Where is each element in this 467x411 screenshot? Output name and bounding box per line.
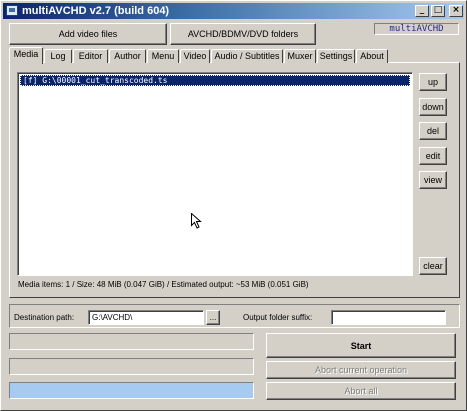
version-label: multiAVCHD: [374, 23, 459, 35]
minimize-button[interactable]: _: [415, 5, 429, 17]
tab-muxer[interactable]: Muxer: [284, 49, 316, 63]
tab-audio-subtitles[interactable]: Audio / Subtitles: [211, 49, 283, 63]
tab-author[interactable]: Author: [109, 49, 146, 63]
add-video-files-button[interactable]: Add video files: [9, 23, 167, 45]
tab-menu[interactable]: Menu: [147, 49, 179, 63]
progress-bar-2: [9, 358, 254, 375]
browse-button[interactable]: ...: [206, 310, 220, 325]
app-window: multiAVCHD v2.7 (build 604) _ □ × Add vi…: [0, 0, 467, 411]
mouse-pointer-icon: [191, 213, 202, 229]
edit-button[interactable]: edit: [419, 147, 447, 165]
window-title: multiAVCHD v2.7 (build 604): [22, 5, 170, 17]
delete-button[interactable]: del: [419, 122, 447, 140]
tab-editor[interactable]: Editor: [73, 49, 108, 63]
tab-settings[interactable]: Settings: [317, 49, 355, 63]
clear-button[interactable]: clear: [419, 257, 447, 275]
view-button[interactable]: view: [419, 171, 447, 189]
media-list-item[interactable]: [f] G:\00001_cut_transcoded.ts: [20, 75, 410, 86]
move-up-button[interactable]: up: [419, 73, 447, 91]
tab-strip: Media Log Editor Author Menu Video Audio…: [9, 47, 389, 64]
media-listbox[interactable]: [f] G:\00001_cut_transcoded.ts: [17, 72, 413, 276]
close-button[interactable]: ×: [449, 5, 463, 17]
app-icon: [6, 5, 18, 16]
abort-all-button[interactable]: Abort all: [266, 382, 456, 400]
abort-current-button[interactable]: Abort current operation: [266, 361, 456, 379]
start-button[interactable]: Start: [266, 333, 456, 358]
avchd-folders-button[interactable]: AVCHD/BDMV/DVD folders: [170, 23, 316, 45]
tab-video[interactable]: Video: [180, 49, 210, 63]
maximize-button[interactable]: □: [431, 5, 445, 17]
progress-bar-3: [9, 382, 254, 399]
progress-bar-1: [9, 333, 254, 350]
destination-path-input[interactable]: G:\AVCHD\: [88, 310, 204, 325]
tab-log[interactable]: Log: [44, 49, 72, 63]
media-status-text: Media items: 1 / Size: 48 MiB (0.047 GiB…: [18, 280, 309, 289]
output-suffix-input[interactable]: [331, 310, 446, 325]
move-down-button[interactable]: down: [419, 98, 447, 116]
destination-path-label: Destination path:: [14, 313, 75, 322]
tab-media[interactable]: Media: [9, 47, 43, 64]
tab-about[interactable]: About: [356, 49, 388, 63]
output-suffix-label: Output folder suffix:: [243, 313, 313, 322]
title-bar[interactable]: multiAVCHD v2.7 (build 604) _ □ ×: [3, 3, 464, 19]
